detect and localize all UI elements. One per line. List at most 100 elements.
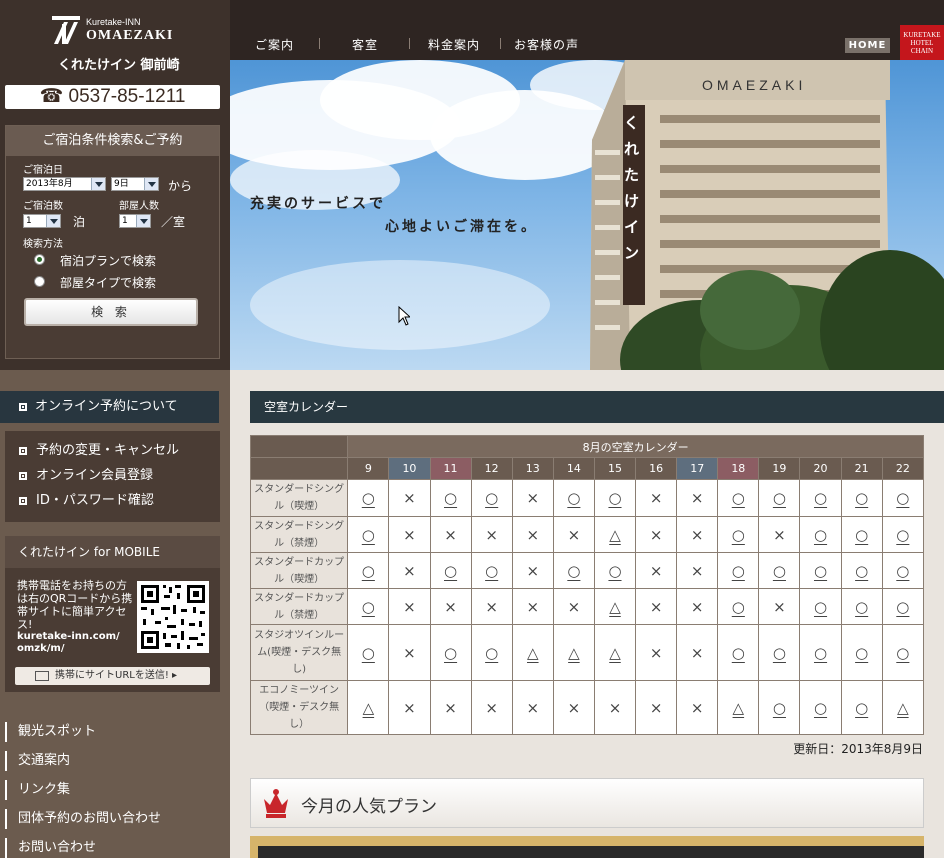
availability-link[interactable]: ○ bbox=[444, 562, 457, 580]
availability-link[interactable]: △ bbox=[609, 598, 621, 616]
availability-link[interactable]: ○ bbox=[362, 489, 375, 507]
availability-link[interactable]: ○ bbox=[814, 489, 827, 507]
availability-link[interactable]: ○ bbox=[362, 598, 375, 616]
availability-cell[interactable]: ○ bbox=[470, 552, 513, 589]
availability-link[interactable]: ○ bbox=[567, 489, 580, 507]
availability-cell[interactable]: ○ bbox=[429, 479, 472, 517]
availability-cell[interactable]: ○ bbox=[552, 552, 595, 589]
availability-cell[interactable]: ○ bbox=[799, 552, 842, 589]
availability-cell[interactable]: ○ bbox=[717, 588, 760, 625]
availability-cell[interactable]: ○ bbox=[758, 680, 801, 735]
nav-rates[interactable]: 料金案内 bbox=[428, 36, 480, 53]
availability-link[interactable]: ○ bbox=[444, 489, 457, 507]
availability-link[interactable]: ○ bbox=[814, 644, 827, 662]
availability-cell[interactable]: ○ bbox=[840, 588, 883, 625]
link-links[interactable]: リンク集 bbox=[5, 780, 220, 800]
availability-cell[interactable]: ○ bbox=[840, 552, 883, 589]
availability-cell[interactable]: △ bbox=[593, 624, 637, 681]
availability-cell[interactable]: ○ bbox=[881, 588, 925, 625]
availability-cell[interactable]: △ bbox=[593, 516, 637, 553]
availability-cell[interactable]: ○ bbox=[799, 624, 842, 681]
availability-cell[interactable]: ○ bbox=[758, 624, 801, 681]
menu-item-change-cancel[interactable]: 予約の変更・キャンセル bbox=[5, 441, 220, 461]
availability-cell[interactable]: ○ bbox=[799, 680, 842, 735]
availability-cell[interactable]: △ bbox=[717, 680, 760, 735]
menu-item-id-password[interactable]: ID・パスワード確認 bbox=[5, 491, 220, 511]
availability-cell[interactable]: ○ bbox=[758, 479, 801, 517]
availability-link[interactable]: △ bbox=[609, 526, 621, 544]
menu-item-member-register[interactable]: オンライン会員登録 bbox=[5, 466, 220, 486]
availability-link[interactable]: ○ bbox=[814, 699, 827, 717]
availability-link[interactable]: △ bbox=[527, 644, 539, 662]
availability-cell[interactable]: ○ bbox=[881, 624, 925, 681]
room-type-name[interactable]: スタンダードカップル（禁煙） bbox=[249, 588, 349, 625]
nav-rooms[interactable]: 客室 bbox=[352, 36, 378, 53]
availability-link[interactable]: ○ bbox=[896, 644, 909, 662]
send-url-button[interactable]: 携帯にサイトURLを送信! ▸ bbox=[15, 667, 210, 685]
online-reservation-link[interactable]: オンライン予約について bbox=[0, 391, 219, 423]
room-type-name[interactable]: スタンダードシングル（喫煙） bbox=[249, 479, 349, 517]
availability-link[interactable]: △ bbox=[609, 644, 621, 662]
availability-cell[interactable]: ○ bbox=[717, 479, 760, 517]
availability-cell[interactable]: ○ bbox=[470, 479, 513, 517]
site-logo[interactable]: Kuretake-INN OMAEZAKI くれたけイン 御前崎 bbox=[50, 14, 180, 74]
availability-link[interactable]: ○ bbox=[855, 526, 868, 544]
month-select[interactable]: 2013年8月 bbox=[23, 177, 106, 191]
availability-link[interactable]: ○ bbox=[814, 598, 827, 616]
availability-cell[interactable]: △ bbox=[593, 588, 637, 625]
availability-link[interactable]: ○ bbox=[362, 526, 375, 544]
chain-logo[interactable]: KURETAKE HOTEL CHAIN bbox=[900, 25, 944, 60]
link-group-inquiry[interactable]: 団体予約のお問い合わせ bbox=[5, 809, 220, 829]
availability-link[interactable]: ○ bbox=[608, 562, 621, 580]
availability-link[interactable]: ○ bbox=[814, 562, 827, 580]
availability-cell[interactable]: ○ bbox=[429, 624, 472, 681]
day-select[interactable]: 9日 bbox=[111, 177, 159, 191]
availability-cell[interactable]: ○ bbox=[758, 552, 801, 589]
room-type-name[interactable]: スタンダードカップル（喫煙） bbox=[249, 552, 349, 589]
availability-link[interactable]: △ bbox=[568, 644, 580, 662]
availability-cell[interactable]: ○ bbox=[593, 552, 637, 589]
availability-cell[interactable]: ○ bbox=[881, 479, 925, 517]
link-contact[interactable]: お問い合わせ bbox=[5, 838, 220, 858]
availability-cell[interactable]: △ bbox=[347, 680, 390, 735]
room-type-name[interactable]: スタジオツインルーム(喫煙・デスク無し) bbox=[249, 624, 349, 681]
availability-cell[interactable]: ○ bbox=[347, 588, 390, 625]
availability-cell[interactable]: ○ bbox=[717, 516, 760, 553]
availability-link[interactable]: △ bbox=[733, 699, 745, 717]
nav-reviews[interactable]: お客様の声 bbox=[514, 36, 579, 53]
availability-cell[interactable]: △ bbox=[552, 624, 595, 681]
availability-link[interactable]: ○ bbox=[773, 562, 786, 580]
room-type-name[interactable]: エコノミーツイン（喫煙・デスク無し） bbox=[249, 680, 349, 735]
availability-cell[interactable]: ○ bbox=[840, 624, 883, 681]
availability-link[interactable]: ○ bbox=[814, 526, 827, 544]
availability-link[interactable]: ○ bbox=[896, 526, 909, 544]
availability-cell[interactable]: ○ bbox=[347, 624, 390, 681]
availability-link[interactable]: ○ bbox=[567, 562, 580, 580]
availability-link[interactable]: ○ bbox=[896, 598, 909, 616]
availability-link[interactable]: ○ bbox=[896, 562, 909, 580]
availability-cell[interactable]: ○ bbox=[717, 552, 760, 589]
mobile-url[interactable]: kuretake-inn.com/ omzk/m/ bbox=[17, 631, 120, 655]
availability-cell[interactable]: ○ bbox=[717, 624, 760, 681]
link-sightseeing[interactable]: 観光スポット bbox=[5, 722, 220, 742]
availability-link[interactable]: △ bbox=[897, 699, 909, 717]
availability-cell[interactable]: ○ bbox=[593, 479, 637, 517]
availability-cell[interactable]: ○ bbox=[799, 479, 842, 517]
availability-link[interactable]: ○ bbox=[855, 644, 868, 662]
availability-link[interactable]: ○ bbox=[855, 699, 868, 717]
availability-cell[interactable]: ○ bbox=[429, 552, 472, 589]
availability-link[interactable]: ○ bbox=[485, 489, 498, 507]
nav-guide[interactable]: ご案内 bbox=[255, 36, 294, 53]
availability-cell[interactable]: △ bbox=[511, 624, 554, 681]
availability-cell[interactable]: ○ bbox=[347, 552, 390, 589]
availability-link[interactable]: ○ bbox=[773, 699, 786, 717]
availability-link[interactable]: ○ bbox=[896, 489, 909, 507]
availability-link[interactable]: ○ bbox=[485, 644, 498, 662]
availability-cell[interactable]: ○ bbox=[347, 479, 390, 517]
availability-link[interactable]: ○ bbox=[855, 598, 868, 616]
availability-link[interactable]: ○ bbox=[444, 644, 457, 662]
availability-link[interactable]: ○ bbox=[732, 526, 745, 544]
search-button[interactable]: 検 索 bbox=[24, 298, 198, 326]
rooms-select[interactable]: 1 bbox=[119, 214, 151, 228]
availability-link[interactable]: ○ bbox=[608, 489, 621, 507]
